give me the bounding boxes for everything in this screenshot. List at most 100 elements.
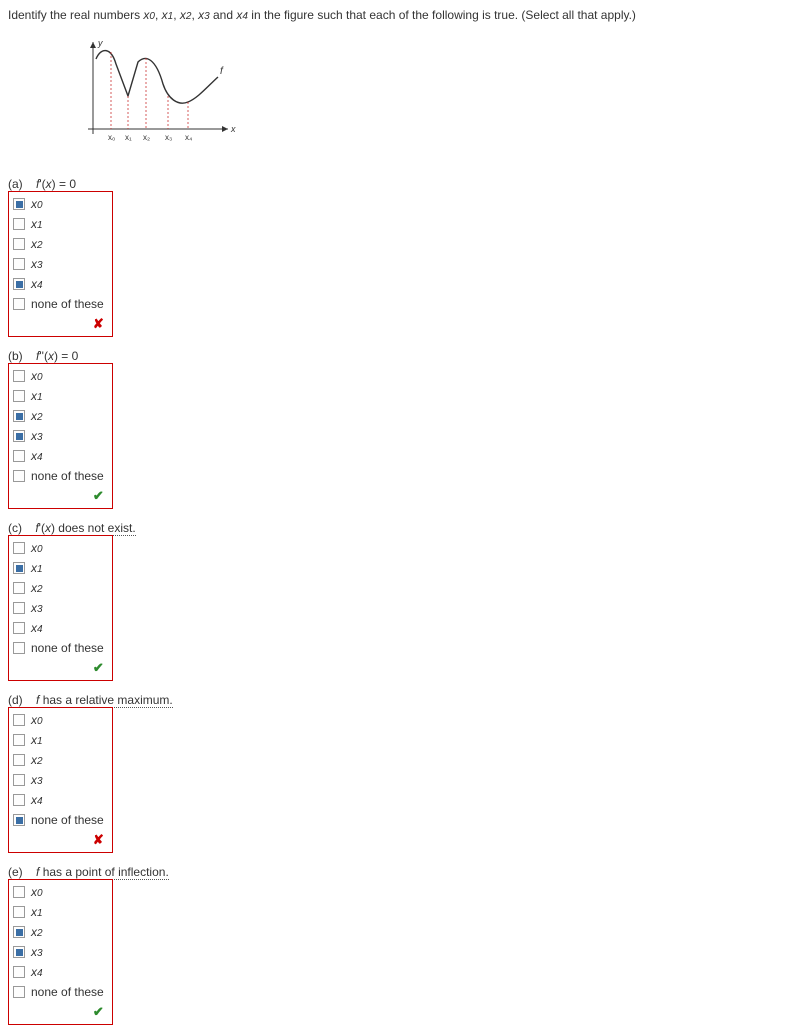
checkbox-x2[interactable]: [13, 410, 25, 422]
question-label: (b) f''(x) = 0: [8, 349, 795, 363]
feedback-mark: ✘: [11, 830, 106, 850]
checkbox-x4[interactable]: [13, 966, 25, 978]
checkbox-x2[interactable]: [13, 754, 25, 766]
checkbox-x3[interactable]: [13, 946, 25, 958]
option-row-none: none of these: [11, 466, 106, 486]
feedback-mark: ✔: [11, 658, 106, 678]
option-row-x0: x0: [11, 194, 106, 214]
prompt-prefix: Identify the real numbers: [8, 8, 143, 22]
var-x0-sub: 0: [149, 11, 155, 22]
option-row-x2: x2: [11, 234, 106, 254]
answer-box: x0x1x2x3x4none of these✔: [8, 363, 113, 509]
checkbox-x3[interactable]: [13, 602, 25, 614]
option-row-x1: x1: [11, 558, 106, 578]
answer-box: x0 x1 x2 x3 x4 none of these ✔: [8, 535, 113, 681]
option-label-x2: x2: [31, 581, 43, 595]
checkbox-none[interactable]: [13, 470, 25, 482]
option-row-x3: x3: [11, 254, 106, 274]
checkbox-x4[interactable]: [13, 450, 25, 462]
checkbox-x4[interactable]: [13, 622, 25, 634]
option-label-x4: x4: [31, 965, 43, 979]
checkbox-x0[interactable]: [13, 198, 25, 210]
svg-text:x₀: x₀: [108, 133, 115, 142]
question-prompt: Identify the real numbers x0, x1, x2, x3…: [8, 8, 795, 22]
option-row-x4: x4: [11, 962, 106, 982]
option-label-x3: x3: [31, 429, 43, 443]
option-row-x3: x3: [11, 598, 106, 618]
question-block-c: (c) f'(x) does not exist. x0 x1 x2 x3 x4 none …: [8, 521, 795, 681]
option-label-x1: x1: [31, 733, 43, 747]
option-label-x2: x2: [31, 925, 43, 939]
question-block-b: (b) f''(x) = 0x0x1x2x3x4none of these✔: [8, 349, 795, 509]
option-row-x3: x3: [11, 942, 106, 962]
option-label-x0: x0: [31, 713, 43, 727]
option-row-x2: x2: [11, 578, 106, 598]
option-label-x4: x4: [31, 621, 43, 635]
option-row-x0: x0: [11, 710, 106, 730]
option-label-x3: x3: [31, 601, 43, 615]
option-label-x3: x3: [31, 257, 43, 271]
checkbox-x4[interactable]: [13, 794, 25, 806]
question-label: (d) f has a relative maximum.: [8, 693, 795, 707]
option-label-none: none of these: [31, 469, 104, 483]
option-row-x2: x2: [11, 750, 106, 770]
graph-svg: f x₀ x₁ x₂ x₃ x₄ x y: [68, 34, 238, 154]
checkbox-x0[interactable]: [13, 886, 25, 898]
option-row-x1: x1: [11, 214, 106, 234]
option-row-x4: x4: [11, 618, 106, 638]
svg-text:x₁: x₁: [125, 133, 132, 142]
option-row-none: none of these: [11, 982, 106, 1002]
option-label-x2: x2: [31, 753, 43, 767]
answer-box: x0x1x2x3x4none of these✘: [8, 191, 113, 337]
option-label-x2: x2: [31, 409, 43, 423]
answer-box: x0x1x2x3x4none of these✘: [8, 707, 113, 853]
checkbox-x3[interactable]: [13, 774, 25, 786]
option-row-x0: x0: [11, 882, 106, 902]
option-row-none: none of these: [11, 638, 106, 658]
option-row-x4: x4: [11, 790, 106, 810]
checkbox-x2[interactable]: [13, 582, 25, 594]
option-row-x4: x4: [11, 446, 106, 466]
option-label-x4: x4: [31, 793, 43, 807]
checkbox-x1[interactable]: [13, 734, 25, 746]
checkbox-x1[interactable]: [13, 906, 25, 918]
option-label-none: none of these: [31, 641, 104, 655]
checkbox-x2[interactable]: [13, 926, 25, 938]
option-row-none: none of these: [11, 294, 106, 314]
option-label-none: none of these: [31, 297, 104, 311]
function-figure: f x₀ x₁ x₂ x₃ x₄ x y: [68, 34, 795, 157]
checkbox-x4[interactable]: [13, 278, 25, 290]
checkbox-x0[interactable]: [13, 370, 25, 382]
checkbox-none[interactable]: [13, 814, 25, 826]
option-label-x3: x3: [31, 945, 43, 959]
question-label: (a) f'(x) = 0: [8, 177, 795, 191]
checkbox-x1[interactable]: [13, 390, 25, 402]
option-row-x1: x1: [11, 902, 106, 922]
checkbox-x0[interactable]: [13, 542, 25, 554]
option-label-x0: x0: [31, 197, 43, 211]
checkbox-x3[interactable]: [13, 430, 25, 442]
option-label-none: none of these: [31, 985, 104, 999]
option-row-x2: x2: [11, 406, 106, 426]
checkbox-x3[interactable]: [13, 258, 25, 270]
option-row-x2: x2: [11, 922, 106, 942]
question-block-e: (e) f has a point of inflection.x0x1x2x3…: [8, 865, 795, 1025]
checkbox-x1[interactable]: [13, 218, 25, 230]
prompt-suffix: in the figure such that each of the foll…: [248, 8, 636, 22]
svg-text:x₂: x₂: [143, 133, 150, 142]
checkbox-x1[interactable]: [13, 562, 25, 574]
svg-text:f: f: [220, 66, 224, 77]
checkbox-none[interactable]: [13, 642, 25, 654]
option-label-x0: x0: [31, 541, 43, 555]
checkbox-none[interactable]: [13, 298, 25, 310]
option-label-x1: x1: [31, 905, 43, 919]
checkbox-none[interactable]: [13, 986, 25, 998]
option-label-x1: x1: [31, 389, 43, 403]
feedback-mark: ✘: [11, 314, 106, 334]
checkbox-x0[interactable]: [13, 714, 25, 726]
svg-text:x₃: x₃: [165, 133, 172, 142]
svg-text:x: x: [230, 124, 236, 134]
checkbox-x2[interactable]: [13, 238, 25, 250]
option-row-x0: x0: [11, 366, 106, 386]
question-label: (c) f'(x) does not exist.: [8, 521, 795, 535]
